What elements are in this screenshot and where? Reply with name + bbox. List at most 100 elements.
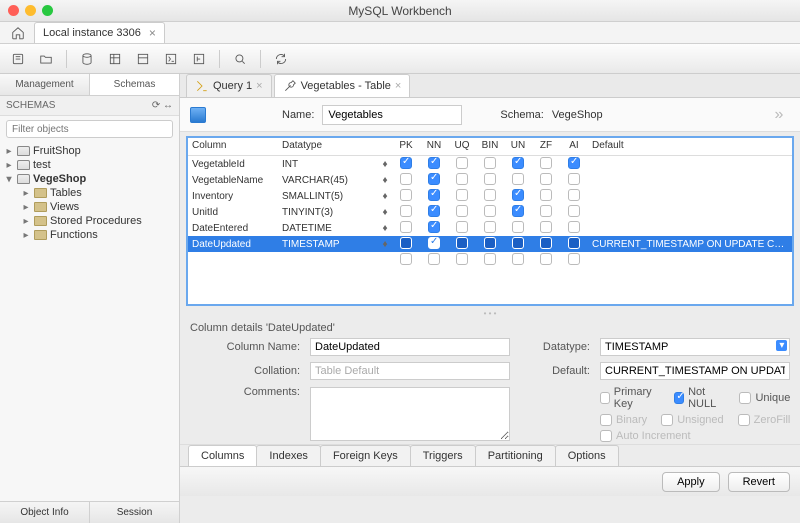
tab-session[interactable]: Session [90, 502, 179, 523]
checkbox[interactable] [512, 221, 524, 233]
create-function-button[interactable] [187, 48, 211, 70]
checkbox[interactable] [456, 237, 468, 249]
checkbox[interactable] [400, 205, 412, 217]
sidebar-bottom-tabs: Object Info Session [0, 501, 179, 523]
checkbox[interactable] [484, 205, 496, 217]
default-label: Default: [520, 365, 590, 377]
datatype-select[interactable] [600, 338, 790, 356]
comments-textarea[interactable] [310, 387, 510, 441]
checkbox[interactable] [456, 157, 468, 169]
checkbox[interactable] [540, 221, 552, 233]
checkbox[interactable] [540, 157, 552, 169]
checkbox[interactable] [400, 157, 412, 169]
checkbox[interactable] [512, 189, 524, 201]
checkbox[interactable] [456, 173, 468, 185]
create-view-button[interactable] [131, 48, 155, 70]
filter-input[interactable] [6, 120, 173, 138]
comments-label: Comments: [190, 386, 300, 398]
create-table-button[interactable] [103, 48, 127, 70]
connection-tab[interactable]: Local instance 3306 [34, 22, 165, 43]
tab-foreign-keys[interactable]: Foreign Keys [320, 445, 411, 466]
checkbox[interactable] [428, 205, 440, 217]
tab-triggers[interactable]: Triggers [410, 445, 476, 466]
tree-stored-procedures[interactable]: ▸Stored Procedures [0, 214, 179, 228]
reconnect-button[interactable] [269, 48, 293, 70]
create-schema-button[interactable] [75, 48, 99, 70]
checkbox[interactable] [456, 221, 468, 233]
checkbox[interactable] [568, 237, 580, 249]
checkbox[interactable] [568, 221, 580, 233]
tree-functions[interactable]: ▸Functions [0, 228, 179, 242]
checkbox[interactable] [456, 189, 468, 201]
checkbox[interactable] [568, 205, 580, 217]
revert-button[interactable]: Revert [728, 472, 790, 492]
footer-bar: Apply Revert [180, 466, 800, 496]
db-vegeshop[interactable]: ▾VegeShop [0, 172, 179, 186]
db-fruitshop[interactable]: ▸FruitShop [0, 144, 179, 158]
close-icon[interactable]: × [395, 80, 401, 92]
tab-indexes[interactable]: Indexes [256, 445, 321, 466]
checkbox[interactable] [484, 157, 496, 169]
checkbox[interactable] [428, 157, 440, 169]
checkbox[interactable] [540, 189, 552, 201]
checkbox[interactable] [540, 173, 552, 185]
checkbox[interactable] [484, 221, 496, 233]
tab-vegetables-table[interactable]: Vegetables - Table × [274, 74, 411, 97]
tab-object-info[interactable]: Object Info [0, 502, 90, 523]
schema-value: VegeShop [552, 109, 603, 121]
checkbox[interactable] [512, 205, 524, 217]
new-sql-tab-button[interactable] [6, 48, 30, 70]
tab-management[interactable]: Management [0, 74, 90, 95]
colname-input[interactable] [310, 338, 510, 356]
checkbox[interactable] [568, 189, 580, 201]
tab-partitioning[interactable]: Partitioning [475, 445, 556, 466]
checkbox[interactable] [456, 205, 468, 217]
checkbox[interactable] [400, 173, 412, 185]
search-button[interactable] [228, 48, 252, 70]
home-tab[interactable] [6, 23, 30, 43]
uq-check[interactable]: Unique [739, 386, 790, 410]
apply-button[interactable]: Apply [662, 472, 720, 492]
create-routine-button[interactable] [159, 48, 183, 70]
database-icon [17, 174, 30, 184]
tab-schemas[interactable]: Schemas [90, 74, 179, 95]
open-sql-button[interactable] [34, 48, 58, 70]
checkbox[interactable] [400, 189, 412, 201]
expand-chevrons-icon[interactable]: » [768, 104, 790, 126]
query-icon [195, 79, 209, 93]
checkbox[interactable] [428, 173, 440, 185]
default-input[interactable] [600, 362, 790, 380]
tab-columns[interactable]: Columns [188, 445, 257, 466]
db-test[interactable]: ▸test [0, 158, 179, 172]
checkbox[interactable] [568, 173, 580, 185]
checkbox[interactable] [484, 173, 496, 185]
checkbox[interactable] [512, 237, 524, 249]
collation-select[interactable] [310, 362, 510, 380]
pk-check[interactable]: Primary Key [600, 386, 660, 410]
nn-check[interactable]: Not NULL [674, 386, 725, 410]
checkbox[interactable] [568, 157, 580, 169]
toolbar-separator [219, 50, 220, 68]
checkbox[interactable] [400, 237, 412, 249]
checkbox[interactable] [400, 221, 412, 233]
tab-options[interactable]: Options [555, 445, 619, 466]
refresh-icon[interactable]: ⟳ ↔ [152, 100, 173, 111]
checkbox[interactable] [540, 237, 552, 249]
new-column-row[interactable] [188, 252, 792, 268]
checkbox[interactable] [428, 221, 440, 233]
close-tab-icon[interactable] [145, 26, 156, 40]
checkbox[interactable] [428, 237, 440, 249]
table-name-input[interactable] [322, 105, 462, 125]
tree-views[interactable]: ▸Views [0, 200, 179, 214]
schemas-header: SCHEMAS ⟳ ↔ [0, 96, 179, 116]
close-icon[interactable]: × [256, 80, 262, 92]
checkbox[interactable] [540, 205, 552, 217]
tab-query1[interactable]: Query 1 × [186, 74, 272, 97]
connection-tabstrip: Local instance 3306 [0, 22, 800, 44]
checkbox[interactable] [484, 189, 496, 201]
checkbox[interactable] [512, 173, 524, 185]
checkbox[interactable] [512, 157, 524, 169]
checkbox[interactable] [484, 237, 496, 249]
checkbox[interactable] [428, 189, 440, 201]
tree-tables[interactable]: ▸Tables [0, 186, 179, 200]
